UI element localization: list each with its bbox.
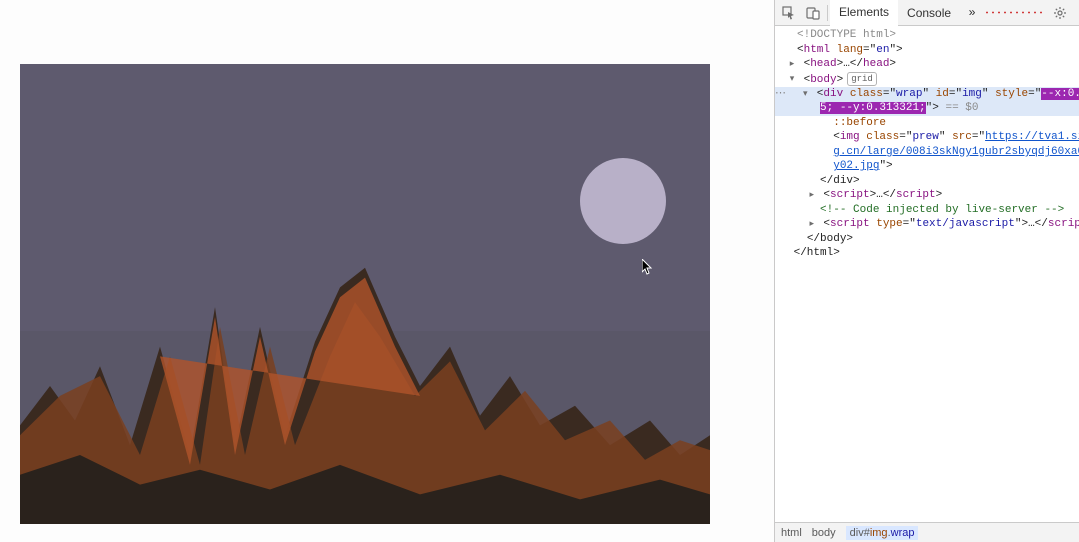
page-viewport[interactable] — [0, 0, 774, 542]
devtools-toolbar: Elements Console » — [775, 0, 1079, 26]
dom-line-img2[interactable]: g.cn/large/008i3skNgy1gubr2sbyqdj60xa0m6… — [775, 145, 1079, 160]
dom-line-script1[interactable]: ▸ <script>…</script> — [775, 188, 1079, 203]
spotlight-circle — [580, 158, 666, 244]
dom-line-divclose[interactable]: </div> — [775, 174, 1079, 189]
dom-line-wrap[interactable]: ⋯ ▾ <div class="wrap" id="img" style="--… — [775, 87, 1079, 102]
gear-icon[interactable] — [1048, 1, 1072, 25]
dom-line-wrap-cont[interactable]: 5; --y:0.313321;"> == $0 — [775, 101, 1079, 116]
breadcrumb[interactable]: html body div#img.wrap — [775, 522, 1079, 542]
dom-line-comment[interactable]: <!-- Code injected by live-server --> — [775, 203, 1079, 218]
tab-elements[interactable]: Elements — [830, 0, 898, 26]
demo-image[interactable] — [20, 64, 710, 524]
dom-line-img[interactable]: <img class="prew" src="https://tva1.sina… — [775, 130, 1079, 145]
devtools-panel: Elements Console » <!DOCTYPE html> <html… — [774, 0, 1079, 542]
breadcrumb-html[interactable]: html — [781, 527, 802, 539]
dom-line-body[interactable]: ▾ <body>grid — [775, 72, 1079, 87]
dom-line-img3[interactable]: y02.jpg"> — [775, 159, 1079, 174]
tab-console[interactable]: Console — [898, 0, 960, 26]
more-tabs-icon[interactable]: » — [960, 1, 984, 25]
device-toggle-icon[interactable] — [801, 1, 825, 25]
breadcrumb-body[interactable]: body — [812, 527, 836, 539]
dom-line-htmlclose[interactable]: </html> — [775, 246, 1079, 261]
separator — [827, 5, 828, 21]
elements-tree[interactable]: <!DOCTYPE html> <html lang="en"> ▸ <head… — [775, 26, 1079, 522]
dom-line-script2[interactable]: ▸ <script type="text/javascript">…</scri… — [775, 217, 1079, 232]
breadcrumb-selected[interactable]: div#img.wrap — [846, 526, 919, 540]
dom-line-doctype[interactable]: <!DOCTYPE html> — [775, 28, 1079, 43]
kebab-icon[interactable] — [1072, 1, 1079, 25]
dom-line-bodyclose[interactable]: </body> — [775, 232, 1079, 247]
dom-line-html[interactable]: <html lang="en"> — [775, 43, 1079, 58]
dom-line-before[interactable]: ::before — [775, 116, 1079, 131]
mountains-region — [20, 248, 710, 524]
inspect-icon[interactable] — [777, 1, 801, 25]
dom-line-head[interactable]: ▸ <head>…</head> — [775, 57, 1079, 72]
warning-indicator[interactable] — [984, 11, 1044, 14]
